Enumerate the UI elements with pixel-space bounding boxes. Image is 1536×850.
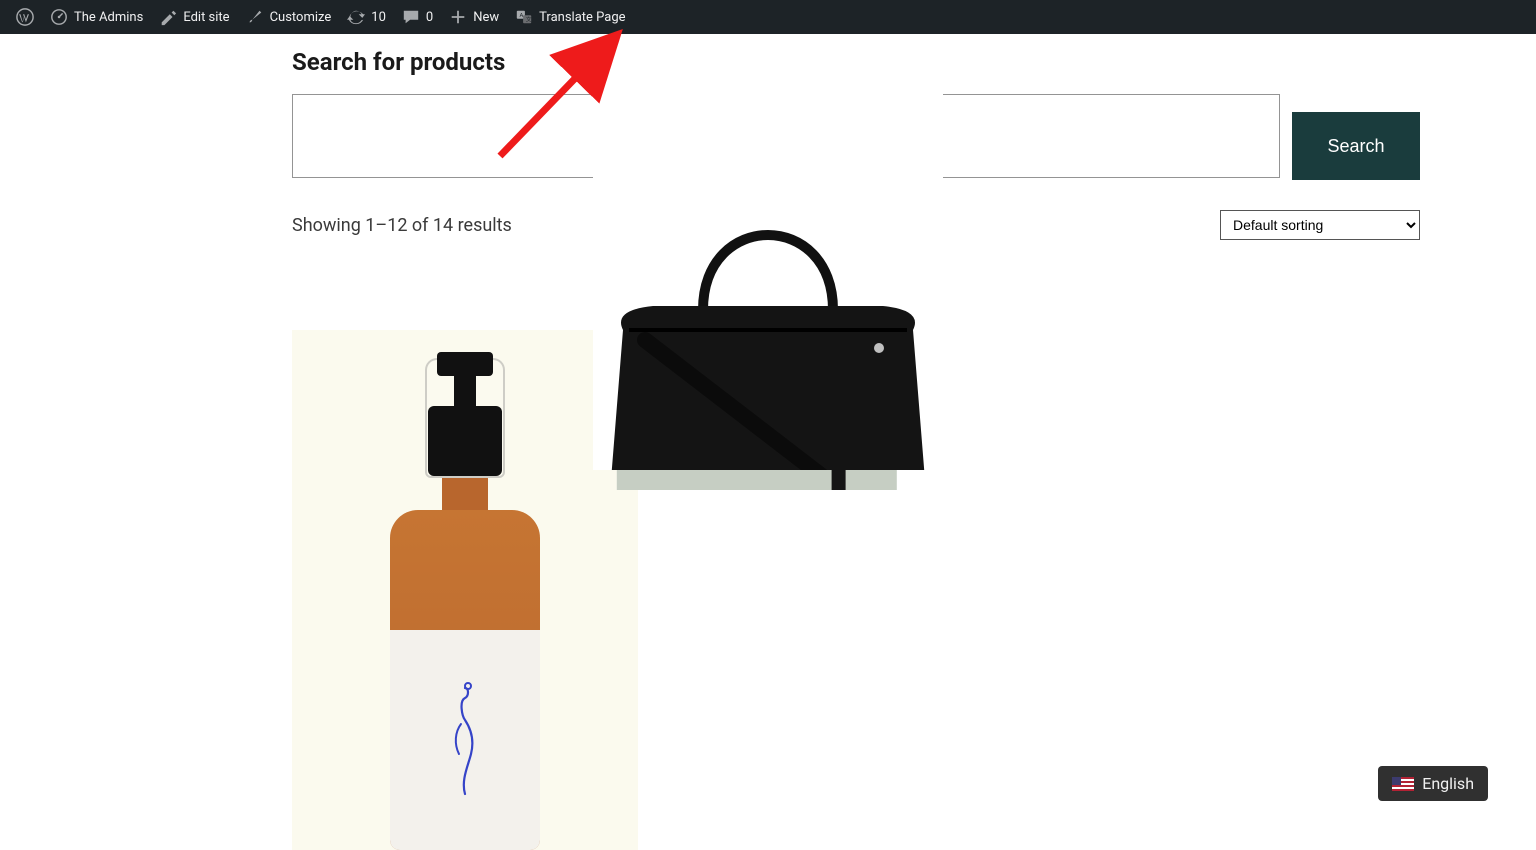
product-grid: Calvin Klein bbox=[292, 330, 1420, 850]
product-card[interactable]: Calvin Klein bbox=[593, 90, 943, 470]
wp-admin-bar: The Admins Edit site Customize 10 0 New … bbox=[0, 0, 1536, 34]
comments-count: 0 bbox=[426, 10, 433, 25]
translate-page-link[interactable]: A文 Translate Page bbox=[507, 0, 633, 34]
label-figure-icon bbox=[441, 680, 489, 800]
flag-us-icon bbox=[1392, 777, 1414, 791]
site-name-label: The Admins bbox=[74, 10, 143, 25]
product-image: Calvin Klein bbox=[593, 180, 943, 470]
language-label: English bbox=[1422, 774, 1474, 793]
search-heading: Search for products bbox=[292, 48, 1420, 76]
refresh-icon bbox=[347, 8, 365, 26]
site-name-link[interactable]: The Admins bbox=[42, 0, 151, 34]
comment-icon bbox=[402, 8, 420, 26]
product-image bbox=[390, 358, 540, 850]
translate-label: Translate Page bbox=[539, 10, 625, 25]
sort-select[interactable]: Default sorting bbox=[1220, 210, 1420, 240]
search-button[interactable]: Search bbox=[1292, 112, 1420, 180]
new-content-link[interactable]: New bbox=[441, 0, 507, 34]
customize-link[interactable]: Customize bbox=[238, 0, 340, 34]
new-label: New bbox=[473, 10, 499, 25]
wordpress-icon bbox=[16, 8, 34, 26]
results-count-text: Showing 1–12 of 14 results bbox=[292, 215, 512, 236]
main-content: Search for products Search Showing 1–12 … bbox=[292, 34, 1420, 850]
svg-text:A: A bbox=[520, 13, 524, 19]
comments-link[interactable]: 0 bbox=[394, 0, 441, 34]
edit-site-link[interactable]: Edit site bbox=[151, 0, 237, 34]
plus-icon bbox=[449, 8, 467, 26]
svg-text:Calvin Klein: Calvin Klein bbox=[736, 469, 799, 470]
product-card[interactable] bbox=[292, 330, 638, 850]
pencil-ruler-icon bbox=[159, 8, 177, 26]
edit-site-label: Edit site bbox=[183, 10, 229, 25]
translate-icon: A文 bbox=[515, 8, 533, 26]
dashboard-icon bbox=[50, 8, 68, 26]
language-switcher[interactable]: English bbox=[1378, 766, 1488, 801]
wp-logo[interactable] bbox=[8, 0, 42, 34]
brush-icon bbox=[246, 8, 264, 26]
updates-link[interactable]: 10 bbox=[339, 0, 394, 34]
svg-text:文: 文 bbox=[526, 16, 532, 24]
customize-label: Customize bbox=[270, 10, 332, 25]
updates-count: 10 bbox=[371, 10, 386, 25]
